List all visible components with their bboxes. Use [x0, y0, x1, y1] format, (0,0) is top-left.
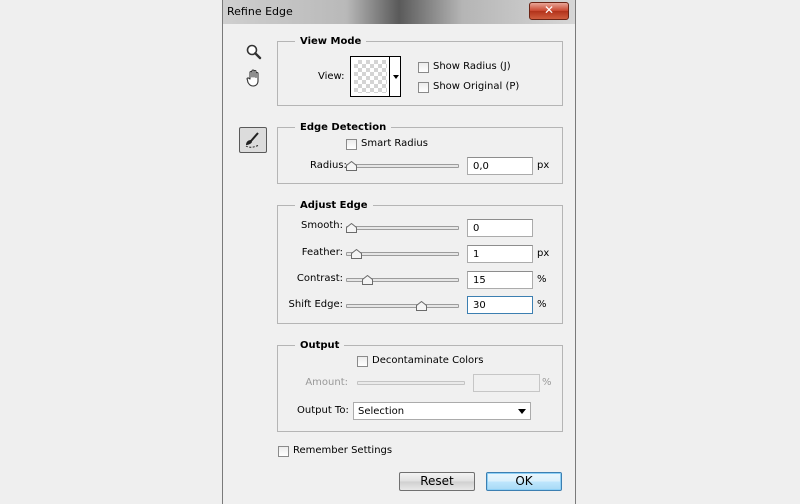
view-label: View:	[318, 71, 345, 82]
radius-input[interactable]: 0,0	[467, 157, 533, 175]
shift-edge-slider[interactable]	[346, 304, 459, 308]
output-to-label: Output To:	[297, 405, 349, 416]
chevron-down-icon	[518, 409, 526, 414]
window-title: Refine Edge	[227, 5, 293, 18]
feather-label: Feather:	[301, 247, 343, 258]
output-to-select[interactable]: Selection	[353, 402, 531, 420]
refine-radius-brush-icon[interactable]	[239, 127, 267, 153]
title-bar[interactable]: Refine Edge ✕	[223, 0, 575, 24]
smooth-label: Smooth:	[301, 220, 343, 231]
view-mode-legend: View Mode	[300, 36, 362, 47]
shift-edge-input[interactable]: 30	[467, 296, 533, 314]
amount-label: Amount:	[305, 377, 348, 388]
smart-radius-label: Smart Radius	[361, 138, 428, 149]
feather-slider-thumb[interactable]	[351, 249, 362, 259]
feather-unit: px	[537, 248, 550, 259]
decontaminate-colors-checkbox[interactable]	[357, 356, 368, 367]
contrast-input[interactable]: 15	[467, 271, 533, 289]
radius-label: Radius:	[310, 160, 347, 171]
radius-slider-thumb[interactable]	[346, 161, 357, 171]
feather-input[interactable]: 1	[467, 245, 533, 263]
hand-icon[interactable]	[241, 66, 267, 90]
smooth-slider[interactable]	[346, 226, 459, 230]
show-radius-label: Show Radius (J)	[433, 61, 511, 72]
shift-edge-unit: %	[537, 299, 547, 310]
ok-button[interactable]: OK	[486, 472, 562, 491]
chevron-down-icon	[393, 75, 399, 79]
zoom-icon[interactable]	[241, 40, 267, 64]
decontaminate-colors-label: Decontaminate Colors	[372, 355, 484, 366]
remember-settings-checkbox[interactable]	[278, 446, 289, 457]
smooth-input[interactable]: 0	[467, 219, 533, 237]
show-original-checkbox[interactable]	[418, 82, 429, 93]
close-button[interactable]: ✕	[529, 2, 569, 20]
show-radius-checkbox[interactable]	[418, 62, 429, 73]
picker-divider	[389, 57, 390, 96]
amount-unit: %	[542, 377, 552, 388]
shift-edge-label: Shift Edge:	[288, 299, 343, 310]
amount-slider	[357, 381, 465, 385]
view-mode-picker[interactable]	[350, 56, 401, 97]
contrast-slider-thumb[interactable]	[362, 275, 373, 285]
radius-slider[interactable]	[346, 164, 459, 168]
edge-detection-legend: Edge Detection	[300, 122, 387, 133]
shift-edge-slider-thumb[interactable]	[416, 301, 427, 311]
remember-settings-label: Remember Settings	[293, 445, 393, 456]
contrast-unit: %	[537, 274, 547, 285]
output-to-value: Selection	[358, 406, 405, 417]
radius-unit: px	[537, 160, 550, 171]
transparency-preview	[354, 60, 387, 93]
contrast-label: Contrast:	[296, 273, 343, 284]
feather-slider[interactable]	[346, 252, 459, 256]
output-legend: Output	[300, 340, 340, 351]
reset-button[interactable]: Reset	[399, 472, 475, 491]
show-original-label: Show Original (P)	[433, 81, 520, 92]
adjust-edge-legend: Adjust Edge	[300, 200, 368, 211]
amount-input	[473, 374, 540, 392]
smart-radius-checkbox[interactable]	[346, 139, 357, 150]
smooth-slider-thumb[interactable]	[346, 223, 357, 233]
